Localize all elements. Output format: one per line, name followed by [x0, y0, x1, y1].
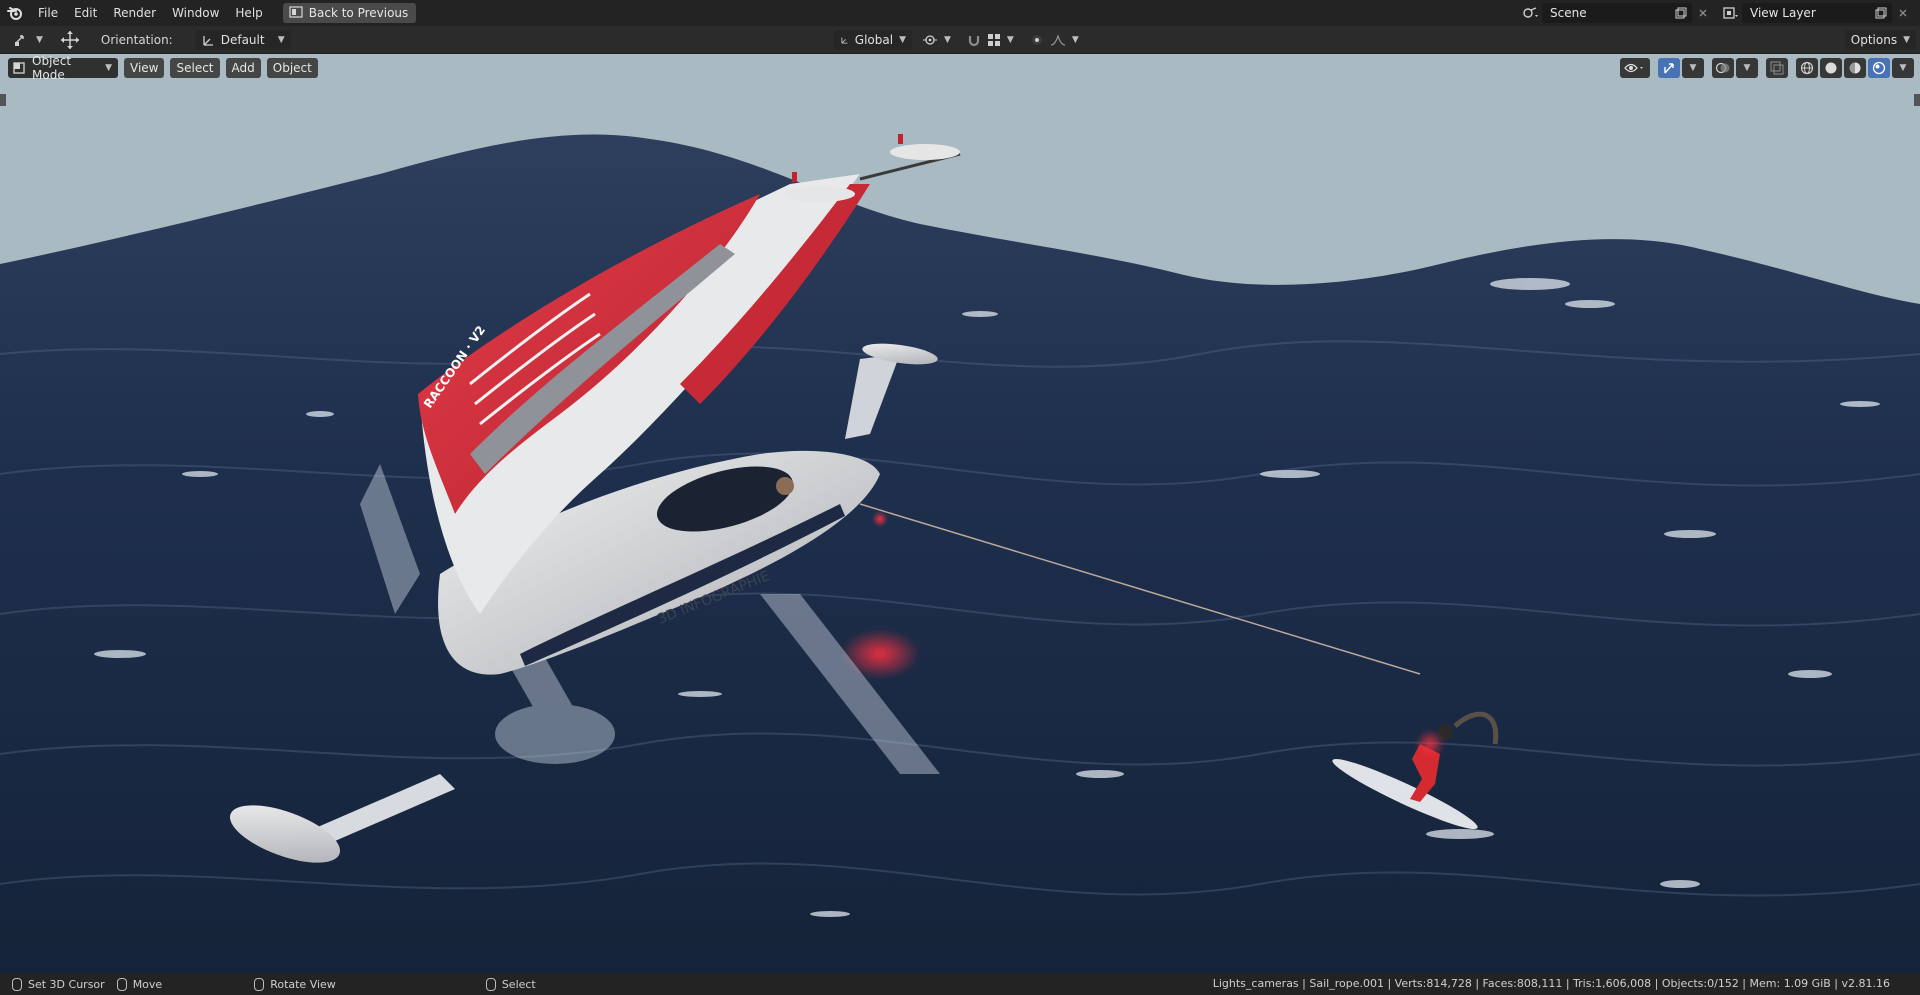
- orientation-icon: [203, 35, 213, 46]
- status-select-label: Select: [501, 977, 536, 991]
- view-layer-name: View Layer: [1750, 6, 1816, 20]
- orientation-dropdown[interactable]: Default ▼: [194, 29, 291, 50]
- object-mode-label: Object Mode: [32, 54, 72, 82]
- close-scene-icon[interactable]: [1692, 3, 1714, 23]
- options-label: Options: [1850, 33, 1898, 47]
- shading-dropdown-icon[interactable]: ▼: [1892, 58, 1914, 78]
- pivot-icon[interactable]: ▼: [916, 30, 957, 50]
- scene-icon[interactable]: [1520, 3, 1542, 23]
- wireframe-icon[interactable]: [1796, 58, 1818, 78]
- menu-render[interactable]: Render: [105, 0, 164, 26]
- top-menubar: File Edit Render Window Help Back to Pre…: [0, 0, 1920, 26]
- mast-light-pod-1: [785, 186, 855, 202]
- viewport-menu-add[interactable]: Add: [225, 58, 261, 78]
- xray-icon[interactable]: [1766, 58, 1788, 78]
- viewport-menu-select[interactable]: Select: [170, 58, 220, 78]
- editor-type-dropdown[interactable]: ▼: [8, 30, 49, 50]
- status-move: Move: [116, 977, 163, 991]
- object-mode-dropdown[interactable]: Object Mode ▼: [8, 54, 118, 82]
- viewport-shading-controls: ▼ ▼ ▼: [1620, 56, 1914, 80]
- back-to-previous-button[interactable]: Back to Previous: [282, 3, 417, 23]
- viewport-menu-object[interactable]: Object: [266, 58, 318, 78]
- tool-header: ▼ Orientation: Default ▼ Global ▼ ▼ ▼ ▼: [0, 26, 1920, 54]
- scene-name: Scene: [1550, 6, 1587, 20]
- mouse-left-icon: [12, 977, 22, 991]
- status-move-label: Move: [132, 977, 163, 991]
- gizmo-icon[interactable]: [1658, 58, 1680, 78]
- top-right-controls: Scene View Layer: [1520, 0, 1920, 26]
- falloff-icon: [1050, 33, 1065, 46]
- menu-help[interactable]: Help: [227, 0, 270, 26]
- scene-selector[interactable]: Scene: [1542, 3, 1692, 23]
- back-to-previous-label: Back to Previous: [308, 6, 409, 20]
- solid-icon[interactable]: [1820, 58, 1842, 78]
- back-icon: [289, 5, 303, 21]
- 3d-viewport[interactable]: 3D INFOGRAPHIE RACCOON · V2 Object Mode …: [0, 54, 1920, 973]
- editor-type-icon: [15, 34, 24, 46]
- visibility-icon[interactable]: [1620, 58, 1650, 78]
- status-rotate-label: Rotate View: [270, 977, 336, 991]
- view-layer-icon[interactable]: [1720, 3, 1742, 23]
- viewport-header: Object Mode ▼ View Select Add Object: [8, 54, 318, 82]
- status-bar: Set 3D Cursor Move Rotate View Select Li…: [0, 973, 1920, 995]
- scene-statistics: Lights_cameras | Sail_rope.001 | Verts:8…: [1212, 977, 1890, 990]
- pilot: [776, 477, 794, 495]
- bow-light: [872, 511, 888, 527]
- menu-file[interactable]: File: [30, 0, 66, 26]
- rendered-icon[interactable]: [1868, 58, 1890, 78]
- mouse-middle-icon: [116, 977, 127, 991]
- sidebar-edge-tab[interactable]: [1914, 94, 1920, 106]
- blender-logo-icon[interactable]: [0, 0, 30, 26]
- overlay-dropdown-icon[interactable]: ▼: [1736, 58, 1758, 78]
- status-rotate: Rotate View: [254, 977, 336, 991]
- transform-orientation-value: Global: [854, 33, 894, 47]
- rendered-scene: 3D INFOGRAPHIE RACCOON · V2: [0, 134, 1920, 973]
- orientation-label: Orientation:: [100, 32, 173, 47]
- menu-edit[interactable]: Edit: [66, 0, 105, 26]
- gizmo-dropdown-icon[interactable]: ▼: [1682, 58, 1704, 78]
- viewport-menu-view[interactable]: View: [124, 58, 165, 78]
- mast-light-pod-2: [890, 144, 960, 160]
- view-layer-selector[interactable]: View Layer: [1742, 3, 1892, 23]
- transform-orientation-dropdown[interactable]: Global ▼: [834, 30, 912, 50]
- snap-grid-icon: [987, 34, 1000, 46]
- move-tool-icon[interactable]: [53, 30, 87, 50]
- object-mode-icon: [13, 62, 25, 74]
- snap-icon[interactable]: ▼: [961, 30, 1020, 50]
- new-scene-icon[interactable]: [1670, 3, 1692, 23]
- options-dropdown[interactable]: Options ▼: [1844, 30, 1916, 50]
- material-icon[interactable]: [1844, 58, 1866, 78]
- new-view-layer-icon[interactable]: [1870, 3, 1892, 23]
- mouse-right-icon: [254, 977, 265, 991]
- orientation-value: Default: [220, 32, 265, 47]
- status-set-cursor: Set 3D Cursor: [12, 977, 105, 991]
- proportional-icon[interactable]: ▼: [1024, 30, 1085, 50]
- toolbar-edge-tab[interactable]: [0, 94, 6, 106]
- surfer-glow: [1416, 730, 1444, 758]
- transform-icon: [841, 37, 848, 44]
- close-view-layer-icon[interactable]: [1892, 3, 1914, 23]
- overlay-icon[interactable]: [1712, 58, 1734, 78]
- menu-window[interactable]: Window: [164, 0, 227, 26]
- transform-controls: Global ▼ ▼ ▼ ▼: [834, 30, 1085, 50]
- status-set-cursor-label: Set 3D Cursor: [28, 977, 105, 991]
- mouse-select-icon: [485, 977, 496, 991]
- status-select: Select: [485, 977, 536, 991]
